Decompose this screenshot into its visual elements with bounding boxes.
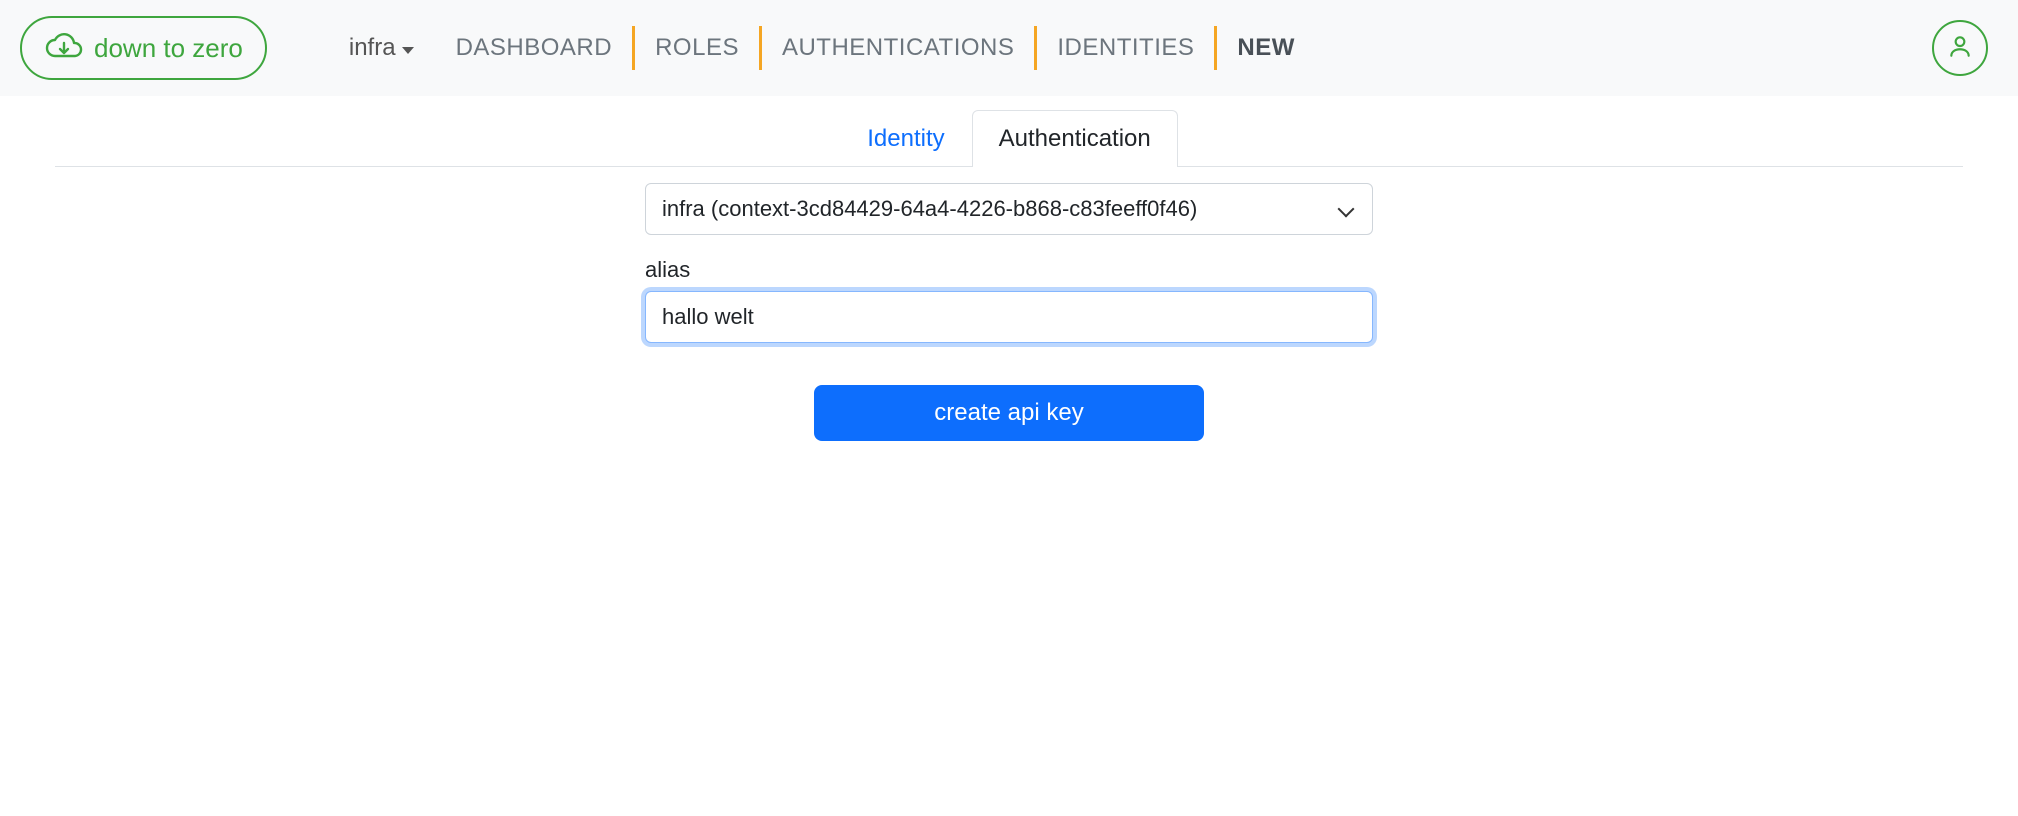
main-content: Identity Authentication infra (context-3… [0,96,2018,441]
nav-item-dashboard[interactable]: DASHBOARD [436,26,633,70]
top-navbar: down to zero infra DASHBOARD ROLES AUTHE… [0,0,2018,96]
cloud-download-icon [44,33,84,63]
context-dropdown-label: infra [349,34,396,62]
auth-form: infra (context-3cd84429-64a4-4226-b868-c… [635,183,1383,441]
profile-button[interactable] [1932,20,1988,76]
nav-links: infra DASHBOARD ROLES AUTHENTICATIONS ID… [327,26,1315,70]
nav-item-roles[interactable]: ROLES [635,26,759,70]
brand-logo[interactable]: down to zero [20,16,267,80]
nav-item-identities[interactable]: IDENTITIES [1037,26,1214,70]
context-select-value: infra (context-3cd84429-64a4-4226-b868-c… [662,196,1197,222]
tabs: Identity Authentication [55,96,1963,167]
tab-authentication[interactable]: Authentication [972,110,1178,167]
create-api-key-button[interactable]: create api key [814,385,1203,441]
context-dropdown[interactable]: infra [327,34,436,62]
tab-identity[interactable]: Identity [840,110,971,167]
user-icon [1947,33,1973,64]
nav-item-authentications[interactable]: AUTHENTICATIONS [762,26,1034,70]
context-select[interactable]: infra (context-3cd84429-64a4-4226-b868-c… [645,183,1373,235]
alias-label: alias [645,257,1373,283]
alias-input[interactable] [645,291,1373,343]
nav-item-new[interactable]: NEW [1217,26,1315,70]
caret-down-icon [402,47,414,54]
brand-text: down to zero [94,33,243,64]
